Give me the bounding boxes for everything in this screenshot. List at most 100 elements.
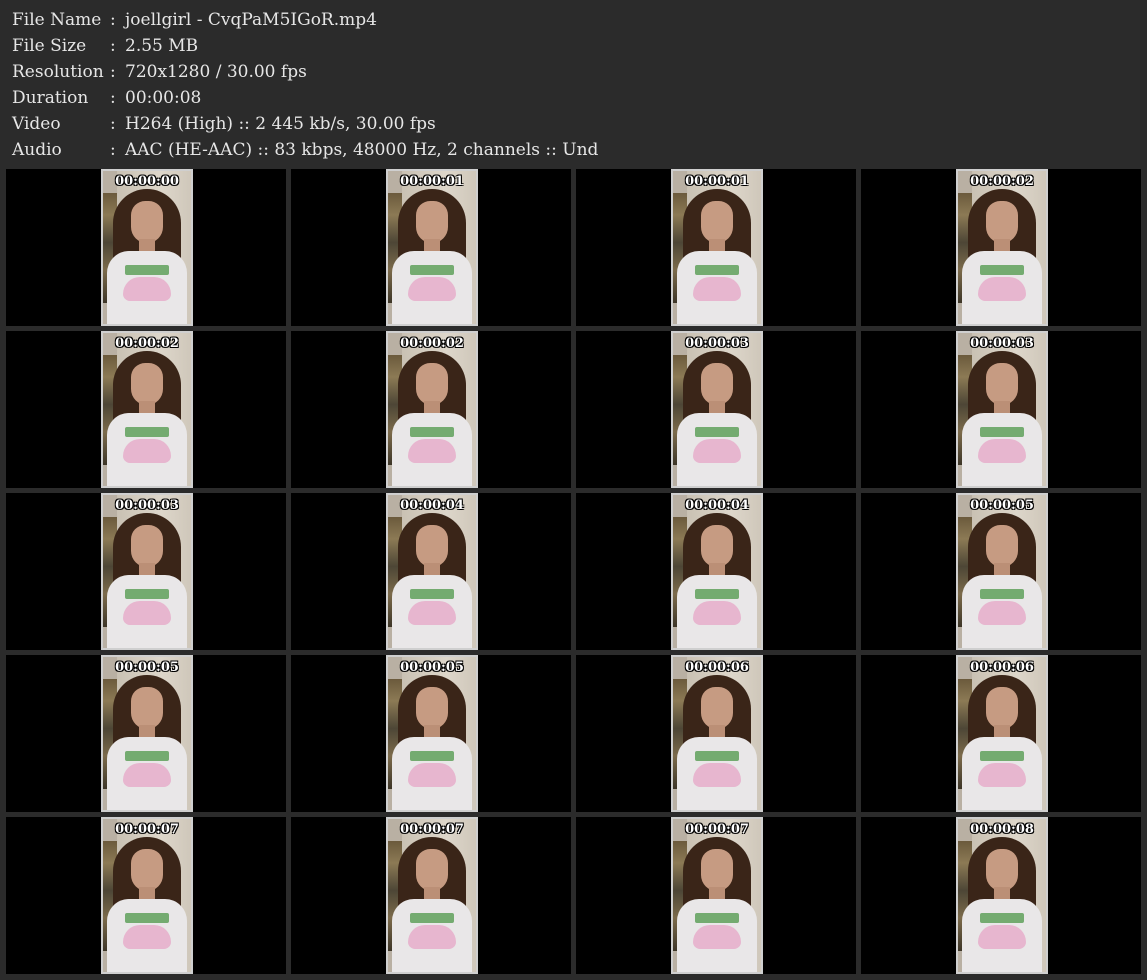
frame-print	[693, 277, 741, 301]
frame-print	[123, 763, 171, 787]
frame-print	[693, 925, 741, 949]
info-colon: :	[110, 62, 116, 82]
frame-logo	[695, 751, 739, 761]
frame-logo	[125, 751, 169, 761]
frame-face	[131, 849, 163, 891]
thumbnail-cell: 00:00:04	[576, 493, 856, 650]
info-colon: :	[110, 140, 116, 160]
thumbnail-cell: 00:00:03	[861, 331, 1141, 488]
frame-logo	[125, 265, 169, 275]
frame-print	[408, 601, 456, 625]
frame-timestamp: 00:00:02	[970, 174, 1034, 189]
frame-timestamp: 00:00:03	[685, 336, 749, 351]
info-colon: :	[110, 10, 116, 30]
info-value: AAC (HE-AAC) :: 83 kbps, 48000 Hz, 2 cha…	[125, 140, 599, 160]
frame-print	[123, 925, 171, 949]
frame-timestamp: 00:00:07	[400, 822, 464, 837]
frame-timestamp: 00:00:07	[685, 822, 749, 837]
frame-print	[693, 763, 741, 787]
video-frame-thumbnail: 00:00:01	[386, 169, 478, 326]
video-frame-thumbnail: 00:00:07	[386, 817, 478, 974]
frame-logo	[410, 265, 454, 275]
frame-print	[978, 439, 1026, 463]
thumbnail-cell: 00:00:05	[6, 655, 286, 812]
info-colon: :	[110, 88, 116, 108]
frame-face	[986, 849, 1018, 891]
frame-timestamp: 00:00:05	[400, 660, 464, 675]
frame-face	[701, 363, 733, 405]
frame-timestamp: 00:00:06	[970, 660, 1034, 675]
frame-face	[416, 849, 448, 891]
frame-logo	[695, 913, 739, 923]
info-colon: :	[110, 36, 116, 56]
video-frame-thumbnail: 00:00:06	[671, 655, 763, 812]
frame-face	[701, 525, 733, 567]
thumbnail-cell: 00:00:05	[861, 493, 1141, 650]
frame-timestamp: 00:00:00	[115, 174, 179, 189]
video-frame-thumbnail: 00:00:05	[956, 493, 1048, 650]
frame-face	[701, 849, 733, 891]
video-frame-thumbnail: 00:00:03	[671, 331, 763, 488]
video-frame-thumbnail: 00:00:05	[101, 655, 193, 812]
info-key: Audio	[12, 140, 62, 160]
frame-print	[693, 601, 741, 625]
video-frame-thumbnail: 00:00:07	[101, 817, 193, 974]
frame-face	[986, 201, 1018, 243]
frame-face	[131, 363, 163, 405]
video-frame-thumbnail: 00:00:04	[386, 493, 478, 650]
frame-timestamp: 00:00:02	[400, 336, 464, 351]
info-value: H264 (High) :: 2 445 kb/s, 30.00 fps	[125, 114, 436, 134]
frame-logo	[980, 751, 1024, 761]
frame-print	[408, 277, 456, 301]
video-frame-thumbnail: 00:00:07	[671, 817, 763, 974]
frame-timestamp: 00:00:05	[115, 660, 179, 675]
video-frame-thumbnail: 00:00:03	[101, 493, 193, 650]
video-frame-thumbnail: 00:00:02	[956, 169, 1048, 326]
frame-face	[986, 363, 1018, 405]
frame-logo	[695, 427, 739, 437]
thumbnail-cell: 00:00:07	[576, 817, 856, 974]
frame-logo	[410, 751, 454, 761]
frame-timestamp: 00:00:04	[685, 498, 749, 513]
frame-face	[131, 201, 163, 243]
frame-timestamp: 00:00:01	[400, 174, 464, 189]
thumbnail-cell: 00:00:05	[291, 655, 571, 812]
thumbnail-cell: 00:00:01	[576, 169, 856, 326]
frame-logo	[410, 427, 454, 437]
frame-print	[978, 277, 1026, 301]
frame-print	[978, 925, 1026, 949]
frame-print	[408, 925, 456, 949]
thumbnail-cell: 00:00:06	[861, 655, 1141, 812]
frame-face	[416, 201, 448, 243]
thumbnail-grid: 00:00:00 00:00:01 00:00:01 00:00:02 00:00:02…	[0, 168, 1147, 980]
frame-face	[416, 363, 448, 405]
video-frame-thumbnail: 00:00:06	[956, 655, 1048, 812]
thumbnail-cell: 00:00:04	[291, 493, 571, 650]
frame-print	[408, 763, 456, 787]
video-frame-thumbnail: 00:00:02	[101, 331, 193, 488]
frame-timestamp: 00:00:04	[400, 498, 464, 513]
frame-face	[701, 201, 733, 243]
thumbnail-cell: 00:00:08	[861, 817, 1141, 974]
frame-timestamp: 00:00:03	[115, 498, 179, 513]
frame-logo	[125, 589, 169, 599]
frame-logo	[695, 265, 739, 275]
frame-print	[408, 439, 456, 463]
info-key: File Name	[12, 10, 102, 30]
thumbnail-cell: 00:00:02	[291, 331, 571, 488]
frame-timestamp: 00:00:07	[115, 822, 179, 837]
frame-timestamp: 00:00:06	[685, 660, 749, 675]
frame-face	[701, 687, 733, 729]
info-value: 720x1280 / 30.00 fps	[125, 62, 307, 82]
frame-timestamp: 00:00:03	[970, 336, 1034, 351]
info-value: joellgirl - CvqPaM5IGoR.mp4	[125, 10, 377, 30]
frame-face	[131, 525, 163, 567]
info-value: 00:00:08	[125, 88, 202, 108]
thumbnail-cell: 00:00:07	[291, 817, 571, 974]
info-value: 2.55 MB	[125, 36, 199, 56]
frame-logo	[980, 589, 1024, 599]
frame-face	[131, 687, 163, 729]
info-colon: :	[110, 114, 116, 134]
info-key: Video	[12, 114, 61, 134]
thumbnail-cell: 00:00:03	[6, 493, 286, 650]
